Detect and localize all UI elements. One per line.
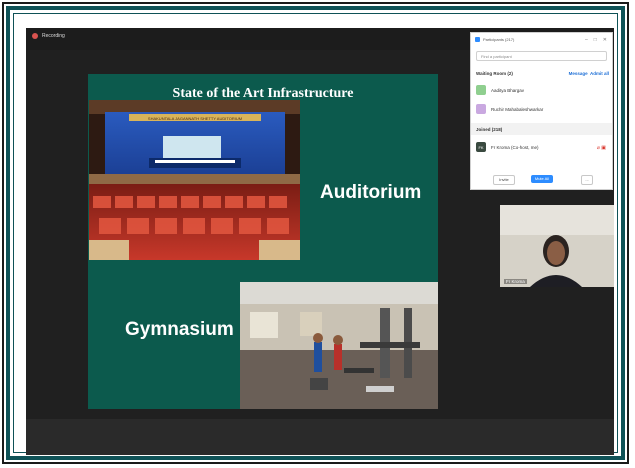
minimize-icon[interactable]: – [585,37,588,43]
panel-footer: Invite Mute All ... [471,173,612,187]
zoom-logo-icon [475,37,480,42]
waiting-room-label[interactable]: Waiting Room (2) [476,71,513,76]
gymnasium-photo [240,282,438,409]
meeting-controls-bar [26,419,614,455]
panel-window-controls: – □ ✕ [585,37,607,43]
waiting-participant-row[interactable]: Aaditya Bhargav [476,85,524,95]
waiting-participant-row[interactable]: Ruchir Mahabaleshwarkar [476,104,543,114]
video-name-label: Fr Kroma [504,279,527,284]
participant-name: Fr Kroma (Co-host, me) [491,144,539,150]
avatar [476,104,486,114]
recording-label: Recording [42,33,65,39]
close-icon[interactable]: ✕ [603,37,607,43]
mic-muted-icon[interactable]: ⌀ ▣ [597,145,606,151]
admit-all-button[interactable]: Admit all [590,71,609,76]
recording-dot-icon [32,33,38,39]
panel-header: Participants (217) [475,37,514,42]
participant-name: Ruchir Mahabaleshwarkar [491,106,544,112]
auditorium-label: Auditorium [320,182,422,203]
recording-indicator[interactable]: Recording [32,33,65,39]
participants-panel: Participants (217) – □ ✕ Find a particip… [470,32,613,190]
zoom-window: Recording State of the Art Infrastructur… [26,28,614,455]
joined-participant-row[interactable]: FK Fr Kroma (Co-host, me) [476,142,539,152]
more-button[interactable]: ... [581,175,593,185]
gymnasium-label: Gymnasium [125,319,234,340]
auditorium-photo: SHAKUNTALA JAGANNATH SHETTY AUDITORIUM [89,100,300,260]
avatar [476,85,486,95]
avatar: FK [476,142,486,152]
joined-label[interactable]: Joined (218) [476,127,502,132]
auditorium-banner: SHAKUNTALA JAGANNATH SHETTY AUDITORIUM [148,116,242,121]
shared-slide: State of the Art Infrastructure SHAKUNTA… [88,74,438,409]
participant-search-input[interactable]: Find a participant [476,51,607,61]
waiting-room-header: Waiting Room (2) Message Admit all [476,71,609,76]
invite-button[interactable]: Invite [493,175,515,185]
maximize-icon[interactable]: □ [594,37,597,43]
mute-all-button[interactable]: Mute All [531,175,553,183]
participant-name: Aaditya Bhargav [491,87,525,93]
message-button[interactable]: Message [569,71,588,76]
participant-video-tile[interactable]: Fr Kroma [500,205,614,287]
panel-title: Participants (217) [483,37,515,42]
